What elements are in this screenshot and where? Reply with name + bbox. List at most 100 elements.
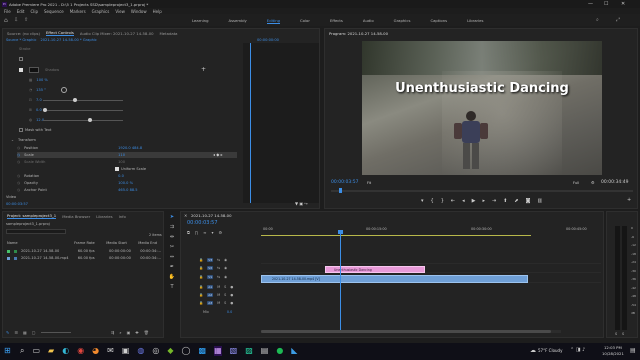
prop-shadow-angle[interactable]: 135 ° bbox=[36, 88, 46, 92]
minimize-button[interactable]: — bbox=[588, 1, 593, 7]
clock-time[interactable]: 12:03 PM bbox=[604, 345, 622, 350]
clip-breadcrumb[interactable]: Source * Graphic bbox=[6, 38, 36, 42]
ec-playhead[interactable] bbox=[250, 43, 251, 203]
quality-dropdown[interactable]: Full bbox=[573, 181, 579, 185]
workspace-editing[interactable]: Editing bbox=[266, 18, 281, 24]
search-icon[interactable]: ⌕ bbox=[596, 17, 599, 23]
menu-sequence[interactable]: Sequence bbox=[44, 9, 64, 14]
maximize-button[interactable]: ☐ bbox=[604, 1, 608, 7]
track-solo-button[interactable]: S bbox=[224, 285, 226, 289]
marker-icon[interactable]: ▾ bbox=[421, 198, 424, 204]
prop-position-value[interactable]: 1920.0 484.8 bbox=[118, 146, 142, 150]
stopwatch-icon[interactable]: ◷ bbox=[17, 146, 20, 150]
menu-file[interactable]: File bbox=[4, 9, 11, 14]
prop-shadow-distance[interactable]: 7.0 bbox=[36, 98, 42, 102]
track-sync-icon[interactable]: ⇆ bbox=[217, 275, 220, 279]
track-solo-button[interactable]: S bbox=[224, 301, 226, 305]
workspace-assembly[interactable]: Assembly bbox=[228, 18, 246, 24]
hand-tool-icon[interactable]: ✋ bbox=[169, 274, 175, 280]
col-media-start[interactable]: Media Start bbox=[106, 241, 134, 245]
track-eye-icon[interactable]: ◉ bbox=[224, 258, 227, 262]
tab-source[interactable]: Source: (no clips) bbox=[7, 31, 40, 36]
project-search-input[interactable] bbox=[6, 229, 66, 234]
video-clip[interactable]: 2021-10-27 14-58-00.mp4 [V] bbox=[261, 275, 528, 283]
weather-icon[interactable]: ☁ bbox=[530, 347, 536, 354]
list-item[interactable]: 2021-10-27 14-58-00 60.00 fps 00:00:00:0… bbox=[7, 249, 161, 253]
find-icon[interactable]: ⌕ bbox=[119, 330, 121, 335]
shadow-color-swatch[interactable] bbox=[29, 67, 39, 73]
ec-bottom-time[interactable]: 00:00:03:57 bbox=[6, 202, 28, 206]
blur-slider[interactable] bbox=[43, 118, 123, 122]
razor-tool-icon[interactable]: ✂ bbox=[170, 244, 174, 250]
timeline-playhead[interactable] bbox=[338, 230, 343, 330]
new-item-icon[interactable]: ✚ bbox=[135, 330, 138, 335]
track-target-a1[interactable]: A1 bbox=[207, 285, 214, 289]
ec-mini-timeline[interactable] bbox=[243, 43, 319, 203]
step-forward-icon[interactable]: ▸ bbox=[482, 198, 485, 204]
solo-right-button[interactable]: S bbox=[622, 332, 624, 336]
track-target-v1[interactable]: V1 bbox=[207, 275, 214, 279]
mix-track-value[interactable]: 0.0 bbox=[227, 310, 232, 314]
play-icon[interactable]: ▶ bbox=[472, 198, 476, 204]
snap-icon[interactable]: ⋂ bbox=[195, 230, 198, 235]
menu-markers[interactable]: Markers bbox=[70, 9, 86, 14]
taskbar-premiere-icon[interactable]: ▦ bbox=[214, 346, 222, 356]
timeline-close-icon[interactable]: ✕ bbox=[184, 213, 187, 218]
track-select-tool-icon[interactable]: ⇉ bbox=[170, 224, 174, 230]
taskbar-file-explorer-icon[interactable]: ▰ bbox=[48, 346, 54, 356]
track-lane-v3[interactable] bbox=[261, 256, 601, 264]
new-bin-icon[interactable]: ▣ bbox=[127, 330, 131, 335]
taskbar-vscode-icon[interactable]: ◣ bbox=[291, 346, 297, 356]
clock-date[interactable]: 10/28/2021 bbox=[602, 351, 624, 356]
track-target-v3[interactable]: V3 bbox=[207, 258, 214, 262]
lift-icon[interactable]: ⬆ bbox=[503, 198, 507, 204]
taskbar-chrome-icon[interactable]: ◉ bbox=[77, 346, 84, 356]
stroke-checkbox[interactable] bbox=[19, 57, 23, 61]
zoom-slider[interactable] bbox=[40, 332, 71, 333]
stopwatch-icon[interactable]: ◷ bbox=[17, 160, 20, 164]
weather-text[interactable]: 57°F Cloudy bbox=[538, 348, 562, 353]
prop-shadow-opacity[interactable]: 100 % bbox=[36, 78, 47, 82]
taskbar-discord-icon[interactable]: ◍ bbox=[137, 346, 144, 356]
add-icon[interactable]: + bbox=[201, 66, 206, 73]
timeline-timecode[interactable]: 00:00:03:57 bbox=[187, 220, 218, 226]
track-mute-button[interactable]: M bbox=[217, 293, 220, 297]
wrench-icon[interactable]: ⚙ bbox=[591, 180, 595, 185]
menu-clip[interactable]: Clip bbox=[30, 9, 38, 14]
prop-opacity-value[interactable]: 100.0 % bbox=[118, 181, 133, 185]
import-icon[interactable]: ⇩ bbox=[14, 17, 18, 23]
track-solo-button[interactable]: S bbox=[224, 293, 226, 297]
taskbar-task-view-icon[interactable]: ▭ bbox=[32, 346, 40, 356]
track-sync-icon[interactable]: ⇆ bbox=[217, 266, 220, 270]
tab-info[interactable]: Info bbox=[119, 214, 126, 219]
nest-icon[interactable]: ⧉ bbox=[187, 230, 190, 235]
track-target-a3[interactable]: A3 bbox=[207, 301, 214, 305]
track-mic-icon[interactable]: ● bbox=[230, 285, 233, 289]
workspace-libraries[interactable]: Libraries bbox=[467, 18, 483, 24]
ripple-edit-tool-icon[interactable]: ⇹ bbox=[170, 234, 174, 240]
track-mute-button[interactable]: M bbox=[217, 285, 220, 289]
automate-icon[interactable]: ⇶ bbox=[111, 330, 114, 335]
taskbar-after-effects-icon[interactable]: ▧ bbox=[230, 346, 238, 356]
video-frame[interactable]: Unenthusiastic Dancing bbox=[362, 41, 602, 175]
track-lock-icon[interactable]: 🔒 bbox=[199, 258, 203, 262]
tab-effect-controls[interactable]: Effect Controls bbox=[46, 30, 74, 36]
add-button-icon[interactable]: + bbox=[627, 197, 631, 203]
track-eye-icon[interactable]: ◉ bbox=[224, 275, 227, 279]
track-eye-icon[interactable]: ◉ bbox=[224, 266, 227, 270]
close-button[interactable]: ✕ bbox=[621, 1, 625, 7]
fit-dropdown[interactable]: Fit bbox=[367, 181, 371, 185]
menu-graphics[interactable]: Graphics bbox=[92, 9, 110, 14]
mask-with-text-checkbox[interactable] bbox=[19, 128, 23, 132]
selection-tool-icon[interactable]: ➤ bbox=[170, 214, 174, 220]
shadow-checkbox[interactable] bbox=[19, 68, 23, 72]
fullscreen-icon[interactable]: ⤢ bbox=[616, 17, 620, 23]
workspace-color[interactable]: Color bbox=[300, 18, 310, 24]
linked-selection-icon[interactable]: ∞ bbox=[203, 230, 206, 235]
list-item[interactable]: 2021-10-27 14-58-00.mp4 60.00 fps 00:00:… bbox=[7, 256, 161, 260]
taskbar-obs-icon[interactable]: ◎ bbox=[152, 346, 159, 356]
taskbar-notepad-icon[interactable]: ▤ bbox=[261, 346, 269, 356]
work-area-bar[interactable] bbox=[261, 235, 531, 236]
workspace-learning[interactable]: Learning bbox=[192, 18, 208, 24]
export-icon[interactable]: ⇧ bbox=[24, 17, 28, 23]
